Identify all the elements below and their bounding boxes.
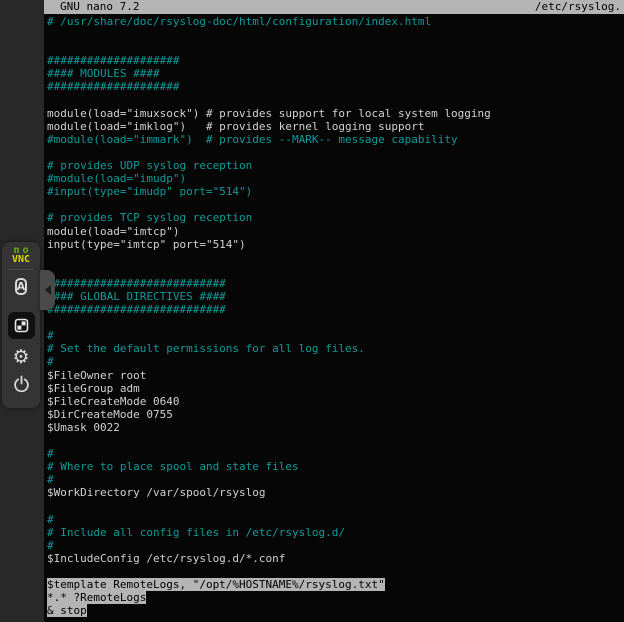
editor-line[interactable]: # provides UDP syslog reception <box>47 159 624 172</box>
power-icon <box>12 375 31 394</box>
editor-line[interactable]: # /usr/share/doc/rsyslog-doc/html/config… <box>47 15 624 28</box>
editor-line[interactable] <box>47 94 624 107</box>
novnc-logo-bottom: VNC <box>2 255 40 264</box>
editor-line[interactable]: #### MODULES #### <box>47 67 624 80</box>
editor-line[interactable] <box>47 264 624 277</box>
editor-line[interactable] <box>47 198 624 211</box>
fullscreen-icon <box>8 312 35 339</box>
fullscreen-button[interactable] <box>8 303 35 339</box>
editor-line[interactable]: #module(load="imudp") <box>47 172 624 185</box>
editor-line[interactable]: $IncludeConfig /etc/rsyslog.d/*.conf <box>47 552 624 565</box>
nano-titlebar: GNU nano 7.2 /etc/rsyslog. <box>44 0 624 14</box>
editor-line[interactable]: $FileOwner root <box>47 369 624 382</box>
editor-line[interactable]: module(load="imtcp") <box>47 225 624 238</box>
editor-line[interactable]: $Umask 0022 <box>47 421 624 434</box>
nano-filename-label: /etc/rsyslog. <box>535 0 621 14</box>
editor-line[interactable]: ########################### <box>47 277 624 290</box>
editor-line[interactable] <box>47 434 624 447</box>
editor-line[interactable]: # <box>47 329 624 342</box>
extra-keys-button[interactable]: A <box>15 278 28 295</box>
editor-line[interactable] <box>47 316 624 329</box>
editor-line[interactable]: #### GLOBAL DIRECTIVES #### <box>47 290 624 303</box>
editor-line-selected[interactable]: & stop <box>47 604 624 617</box>
editor-buffer[interactable]: # /usr/share/doc/rsyslog-doc/html/config… <box>44 14 624 617</box>
editor-line[interactable] <box>47 251 624 264</box>
novnc-control-bar: no VNC A ⚙ <box>2 242 40 408</box>
collapse-arrow-icon <box>45 285 51 295</box>
editor-line[interactable] <box>47 41 624 54</box>
control-bar-handle[interactable] <box>40 270 55 310</box>
editor-line[interactable]: # <box>47 473 624 486</box>
editor-line[interactable]: $FileGroup adm <box>47 382 624 395</box>
editor-line[interactable]: $FileCreateMode 0640 <box>47 395 624 408</box>
editor-line[interactable] <box>47 499 624 512</box>
editor-line[interactable]: #input(type="imudp" port="514") <box>47 185 624 198</box>
settings-button[interactable]: ⚙ <box>12 347 29 367</box>
editor-line[interactable]: ########################### <box>47 303 624 316</box>
editor-line[interactable]: $WorkDirectory /var/spool/rsyslog <box>47 486 624 499</box>
editor-line[interactable]: # <box>47 539 624 552</box>
editor-line[interactable]: # provides TCP syslog reception <box>47 211 624 224</box>
editor-line[interactable]: input(type="imtcp" port="514") <box>47 238 624 251</box>
editor-line[interactable] <box>47 146 624 159</box>
editor-line-selected[interactable]: $template RemoteLogs, "/opt/%HOSTNAME%/r… <box>47 578 624 591</box>
disconnect-button[interactable] <box>12 375 31 394</box>
editor-line[interactable]: # <box>47 447 624 460</box>
editor-line[interactable]: $DirCreateMode 0755 <box>47 408 624 421</box>
terminal-window[interactable]: GNU nano 7.2 /etc/rsyslog. # /usr/share/… <box>44 0 624 622</box>
editor-line[interactable]: # <box>47 355 624 368</box>
a-key-icon: A <box>15 278 28 295</box>
editor-line[interactable]: module(load="imuxsock") # provides suppo… <box>47 107 624 120</box>
editor-line[interactable]: # <box>47 513 624 526</box>
editor-line[interactable] <box>47 565 624 578</box>
editor-line[interactable]: #################### <box>47 54 624 67</box>
nano-version-label: GNU nano 7.2 <box>60 0 139 14</box>
editor-line[interactable]: #module(load="immark") # provides --MARK… <box>47 133 624 146</box>
control-bar-divider <box>8 269 34 270</box>
editor-line-selected[interactable]: *.* ?RemoteLogs <box>47 591 624 604</box>
editor-line[interactable]: # Where to place spool and state files <box>47 460 624 473</box>
editor-line[interactable] <box>47 28 624 41</box>
editor-line[interactable]: # Include all config files in /etc/rsysl… <box>47 526 624 539</box>
editor-line[interactable]: # Set the default permissions for all lo… <box>47 342 624 355</box>
editor-line[interactable]: module(load="imklog") # provides kernel … <box>47 120 624 133</box>
gear-icon: ⚙ <box>12 346 29 368</box>
editor-line[interactable]: #################### <box>47 80 624 93</box>
novnc-logo: no VNC <box>2 242 40 264</box>
